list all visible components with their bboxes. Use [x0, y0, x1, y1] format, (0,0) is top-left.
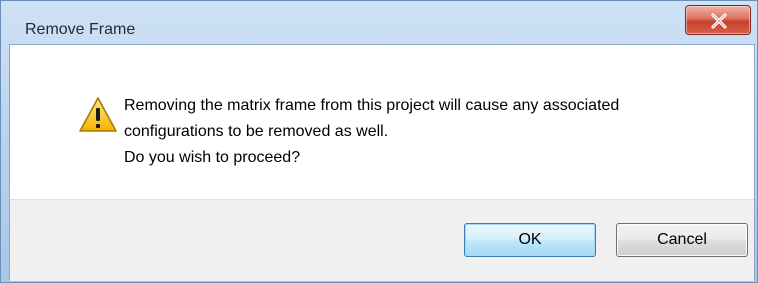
close-x-icon: [711, 13, 727, 29]
message-area: Removing the matrix frame from this proj…: [10, 45, 754, 199]
dialog-window: Remove Frame Removing the matrix frame f…: [0, 0, 758, 283]
button-bar: OK Cancel: [10, 199, 754, 281]
close-button[interactable]: [685, 5, 751, 35]
title-bar[interactable]: Remove Frame: [1, 1, 757, 43]
cancel-button[interactable]: Cancel: [616, 223, 748, 257]
warning-triangle-icon: [79, 97, 117, 132]
ok-button[interactable]: OK: [464, 223, 596, 257]
message-line-2: configurations to be removed as well.: [124, 123, 389, 140]
dialog-client-area: Removing the matrix frame from this proj…: [9, 44, 755, 281]
message-line-3: Do you wish to proceed?: [124, 149, 301, 166]
message-text: Removing the matrix frame from this proj…: [124, 93, 724, 171]
message-line-1: Removing the matrix frame from this proj…: [124, 97, 620, 114]
dialog-title: Remove Frame: [25, 21, 136, 38]
